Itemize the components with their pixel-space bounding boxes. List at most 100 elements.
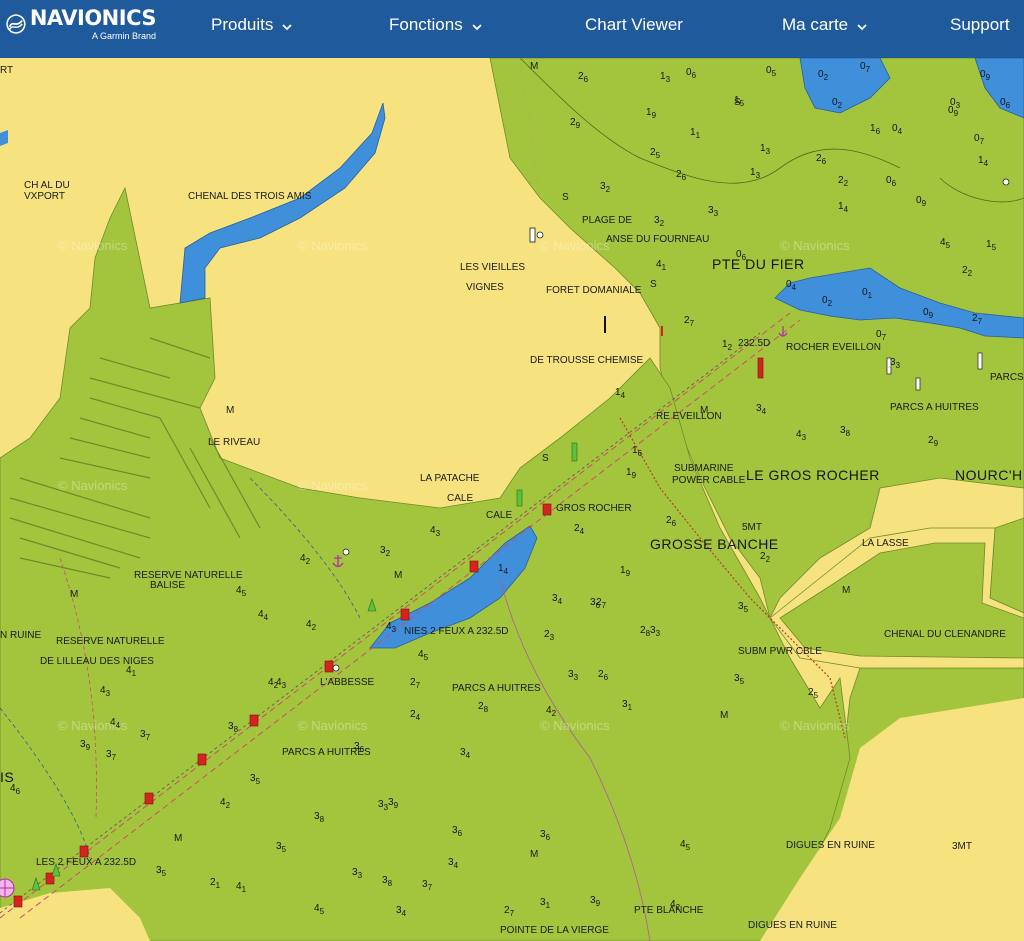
depth-sounding: 37 xyxy=(140,729,151,742)
depth-sounding: 35 xyxy=(156,865,167,878)
depth-sounding: 32 xyxy=(380,545,391,558)
place-label: L'ABBESSE xyxy=(320,677,375,688)
map-watermark: © Navionics xyxy=(780,718,850,733)
depth-sounding: 33 xyxy=(708,205,719,218)
depth-sounding: 35 xyxy=(250,773,261,786)
depth-sounding: 34 xyxy=(396,905,407,918)
depth-sounding: 22 xyxy=(962,265,973,278)
nav-produits[interactable]: Produits xyxy=(211,15,293,35)
depth-sounding: 39 xyxy=(80,739,91,752)
depth-sounding: 19 xyxy=(626,467,637,480)
place-label: SUBMARINE xyxy=(674,463,734,474)
depth-sounding: 42 xyxy=(220,797,231,810)
place-label: LES VIEILLES xyxy=(460,262,526,273)
map-watermark: © Navionics xyxy=(298,718,368,733)
depth-sounding: 32 xyxy=(600,181,611,194)
map-watermark: © Navionics xyxy=(540,718,610,733)
depth-sounding: 28 xyxy=(640,625,651,638)
nav-chart-viewer[interactable]: Chart Viewer xyxy=(585,15,683,35)
depth-sounding: 26 xyxy=(816,153,827,166)
depth-sounding: 09 xyxy=(923,307,934,320)
depth-sounding: 32 xyxy=(654,215,665,228)
depth-sounding: 06 xyxy=(886,175,897,188)
depth-sounding: 33 xyxy=(568,669,579,682)
chart-shapes xyxy=(0,58,1024,941)
place-label: DE LILLEAU DES NIGES xyxy=(40,656,154,667)
place-label: GROS ROCHER xyxy=(556,503,632,514)
depth-sounding: 31 xyxy=(540,897,551,910)
depth-sounding: 34 xyxy=(448,857,459,870)
depth-sounding: 29 xyxy=(570,117,581,130)
nav-support[interactable]: Support xyxy=(950,15,1010,35)
depth-sounding: 41 xyxy=(236,881,247,894)
depth-sounding: 09 xyxy=(980,69,991,82)
place-label-major: PTE DU FIER xyxy=(712,256,805,272)
place-label: N RUINE xyxy=(0,630,42,641)
place-label: PARCS A HUITRES xyxy=(890,402,979,413)
place-label: M xyxy=(530,849,539,860)
place-label: CHENAL DES TROIS AMIS xyxy=(188,191,312,202)
place-label-major: IS xyxy=(0,769,15,785)
depth-sounding: 43 xyxy=(796,429,807,442)
place-label: PLAGE DE xyxy=(582,215,633,226)
depth-sounding: 19 xyxy=(646,107,657,120)
map-watermark: © Navionics xyxy=(58,238,128,253)
depth-sounding: 36 xyxy=(354,741,365,754)
depth-sounding: 26 xyxy=(666,515,677,528)
depth-sounding: 39 xyxy=(388,797,399,810)
depth-sounding: 26 xyxy=(676,169,687,182)
nav-fonctions[interactable]: Fonctions xyxy=(389,15,483,35)
depth-sounding: 27 xyxy=(684,315,695,328)
place-label: M xyxy=(226,405,235,416)
depth-sounding: 44 xyxy=(110,717,121,730)
place-label: DIGUES EN RUINE xyxy=(786,840,875,851)
depth-sounding: 43 xyxy=(430,525,441,538)
map-watermark: © Navionics xyxy=(298,478,368,493)
place-label: FORET DOMANIALE xyxy=(546,285,642,296)
depth-sounding: 41 xyxy=(126,665,137,678)
navionics-logo[interactable]: NAVIONICS A Garmin Brand xyxy=(6,8,157,50)
depth-sounding: 34 xyxy=(756,403,767,416)
place-label-major: LE GROS ROCHER xyxy=(746,467,880,483)
depth-sounding: 38 xyxy=(382,875,393,888)
depth-sounding: 35 xyxy=(276,841,287,854)
depth-sounding: 14 xyxy=(838,201,849,214)
nautical-chart-map[interactable]: © Navionics © Navionics © Navionics © Na… xyxy=(0,58,1024,941)
chevron-down-icon xyxy=(857,23,867,30)
place-label: M xyxy=(174,833,183,844)
depth-sounding: 04 xyxy=(892,123,903,136)
place-label: PARCS xyxy=(990,372,1024,383)
depth-sounding: 35 xyxy=(738,601,749,614)
depth-sounding: 45 xyxy=(418,649,429,662)
place-label: ANSE DU FOURNEAU xyxy=(606,234,710,245)
place-label: LES 2 FEUX A 232.5D xyxy=(36,857,137,868)
depth-sounding: 02 xyxy=(832,97,843,110)
map-watermark: © Navionics xyxy=(298,238,368,253)
nav-ma-carte[interactable]: Ma carte xyxy=(782,15,868,35)
depth-sounding: 36 xyxy=(540,829,551,842)
depth-sounding: 45 xyxy=(314,903,325,916)
depth-sounding: 38 xyxy=(840,425,851,438)
map-watermark: © Navionics xyxy=(58,478,128,493)
depth-sounding: 19 xyxy=(620,565,631,578)
top-navigation-bar: NAVIONICS A Garmin Brand Produits Foncti… xyxy=(0,0,1024,58)
depth-sounding: 42 xyxy=(546,705,557,718)
depth-sounding: 09 xyxy=(948,105,959,118)
depth-sounding: 33 xyxy=(890,357,901,370)
place-label: CHENAL DU CLENANDRE xyxy=(884,629,1006,640)
place-label: RT xyxy=(0,65,14,76)
nav-chart-viewer-label: Chart Viewer xyxy=(585,15,683,34)
place-label: S xyxy=(650,279,657,290)
place-label: S xyxy=(542,453,549,464)
place-label: LA PATACHE xyxy=(420,473,480,484)
place-label: NIES 2 FEUX A 232.5D xyxy=(404,626,509,637)
depth-sounding: 02 xyxy=(822,295,833,308)
depth-sounding: 16 xyxy=(632,445,643,458)
place-label: M xyxy=(70,589,79,600)
depth-sounding: 06 xyxy=(686,67,697,80)
depth-sounding: 25 xyxy=(650,147,661,160)
depth-sounding: 24 xyxy=(574,523,585,536)
depth-sounding: 13 xyxy=(750,167,761,180)
place-label: RE EVEILLON xyxy=(656,411,722,422)
depth-sounding: 28 xyxy=(478,701,489,714)
